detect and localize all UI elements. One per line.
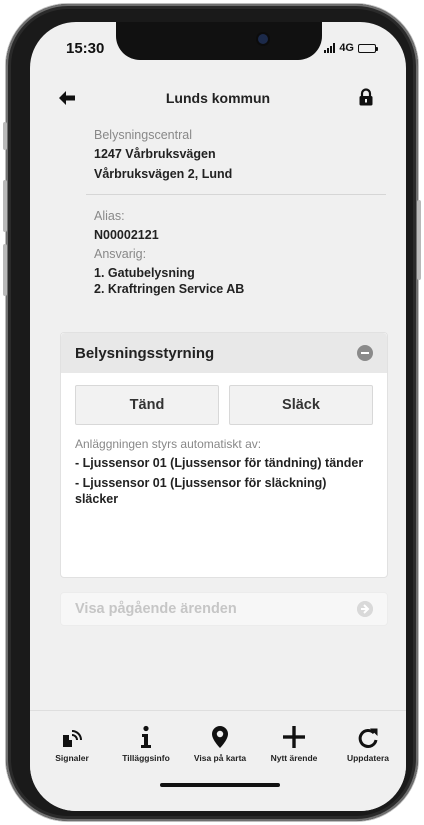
pending-cases-button[interactable]: Visa pågående ärenden bbox=[60, 592, 388, 626]
responsible-1: 1. Gatubelysning bbox=[94, 266, 195, 280]
responsible-label: Ansvarig: bbox=[94, 247, 147, 261]
collapse-icon[interactable] bbox=[357, 345, 373, 361]
turn-on-button[interactable]: Tänd bbox=[75, 385, 219, 425]
mute-switch bbox=[3, 122, 7, 150]
power-button bbox=[417, 200, 421, 280]
central-info: Belysningscentral 1247 Vårbruksvägen Vår… bbox=[30, 118, 406, 184]
volume-down-button bbox=[3, 244, 7, 296]
tab-label: Tilläggsinfo bbox=[122, 753, 170, 763]
pending-cases-label: Visa pågående ärenden bbox=[75, 601, 237, 617]
auto-control-item: - Ljussensor 01 (Ljussensor för släcknin… bbox=[75, 476, 327, 506]
volume-up-button bbox=[3, 180, 7, 232]
page-title: Lunds kommun bbox=[165, 90, 271, 106]
info-icon bbox=[138, 721, 154, 749]
auto-control-item: - Ljussensor 01 (Ljussensor för tändning… bbox=[75, 456, 364, 470]
map-pin-icon bbox=[211, 721, 229, 749]
lighting-control-title: Belysningsstyrning bbox=[75, 344, 215, 362]
battery-icon bbox=[358, 43, 378, 53]
network-type: 4G bbox=[339, 42, 354, 54]
phone-frame: 15:30 4G Lunds kommun Belysningscentral … bbox=[3, 4, 421, 821]
central-name: 1247 Vårbruksvägen bbox=[94, 147, 216, 161]
nav-bar: Lunds kommun bbox=[30, 78, 406, 118]
auto-control-label: Anläggningen styrs automatiskt av: bbox=[75, 437, 262, 451]
tab-label: Visa på karta bbox=[193, 753, 247, 763]
central-address: Vårbruksvägen 2, Lund bbox=[94, 167, 233, 181]
alias-label: Alias: bbox=[94, 209, 125, 223]
central-label: Belysningscentral bbox=[94, 128, 192, 142]
alias-info: Alias: N00002121 Ansvarig: 1. Gatubelysn… bbox=[30, 207, 406, 297]
refresh-icon bbox=[357, 721, 379, 749]
tab-show-on-map[interactable]: Visa på karta bbox=[188, 721, 252, 763]
arrow-right-circle-icon bbox=[357, 601, 373, 617]
tab-signals[interactable]: Signaler bbox=[40, 721, 104, 763]
responsible-2: 2. Kraftringen Service AB bbox=[94, 282, 245, 296]
tab-label: Uppdatera bbox=[346, 753, 390, 763]
details-content: Belysningscentral 1247 Vårbruksvägen Vår… bbox=[30, 118, 406, 297]
alias-value: N00002121 bbox=[94, 228, 159, 242]
tab-label: Signaler bbox=[55, 753, 89, 763]
front-camera bbox=[258, 34, 268, 44]
lighting-control-header[interactable]: Belysningsstyrning bbox=[61, 333, 387, 373]
tab-additional-info[interactable]: Tilläggsinfo bbox=[114, 721, 178, 763]
home-indicator[interactable] bbox=[160, 783, 280, 787]
turn-off-button[interactable]: Släck bbox=[229, 385, 373, 425]
status-indicators: 4G bbox=[324, 42, 378, 54]
tab-new-case[interactable]: Nytt ärende bbox=[262, 721, 326, 763]
divider bbox=[86, 194, 386, 195]
lighting-control-card: Belysningsstyrning Tänd Släck Anläggning… bbox=[60, 332, 388, 578]
signal-icon bbox=[60, 721, 84, 749]
tab-label: Nytt ärende bbox=[270, 753, 318, 763]
signal-strength-icon bbox=[324, 43, 336, 53]
plus-icon bbox=[282, 721, 306, 749]
arrow-left-icon[interactable] bbox=[58, 90, 76, 106]
notch bbox=[116, 22, 322, 60]
tab-refresh[interactable]: Uppdatera bbox=[336, 721, 400, 763]
status-time: 15:30 bbox=[66, 40, 105, 57]
screen: 15:30 4G Lunds kommun Belysningscentral … bbox=[30, 22, 406, 811]
lock-icon[interactable] bbox=[358, 88, 374, 106]
lighting-buttons: Tänd Släck bbox=[61, 373, 387, 425]
tab-bar: Signaler Tilläggsinfo Visa på karta Nytt… bbox=[30, 710, 406, 811]
